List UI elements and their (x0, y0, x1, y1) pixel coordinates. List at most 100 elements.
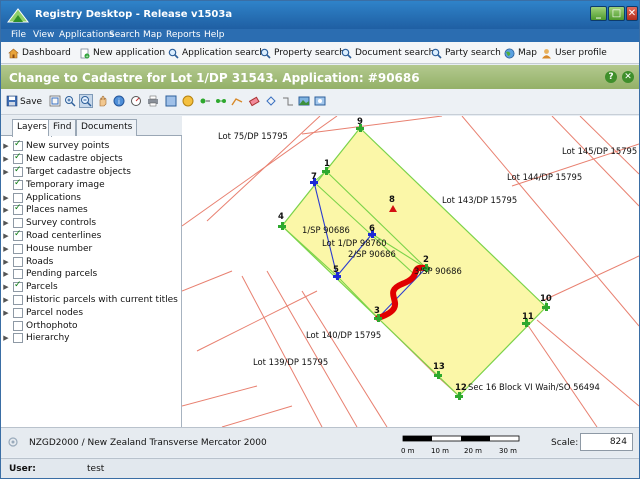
node-number: 12 (455, 383, 467, 393)
layer-item[interactable]: ▶ Pending parcels (1, 268, 182, 281)
cadastre-map[interactable]: Lot 75/DP 15795 Lot 145/DP 15795 Lot 144… (182, 116, 639, 427)
dashboard-button[interactable]: Dashboard (8, 46, 71, 60)
minimize-button[interactable]: _ (590, 6, 607, 21)
layer-checkbox[interactable] (13, 256, 23, 267)
info-icon[interactable]: i (113, 95, 125, 107)
menu-help[interactable]: Help (204, 30, 225, 40)
layer-checkbox[interactable]: ✓ (13, 229, 23, 241)
expand-arrow-icon[interactable]: ▶ (1, 232, 11, 240)
eraser-icon[interactable] (248, 95, 260, 107)
layer-item[interactable]: ▶ Historic parcels with current titles (1, 294, 182, 307)
expand-arrow-icon[interactable]: ▶ (1, 142, 11, 150)
layer-item[interactable]: ▶ ✓ Parcels (1, 280, 182, 294)
layer-checkbox[interactable] (13, 218, 23, 229)
map-button[interactable]: Map (504, 46, 537, 60)
application-search-button[interactable]: Application search (168, 46, 265, 60)
layer-item[interactable]: ▶ Survey controls (1, 217, 182, 230)
party-search-button[interactable]: Party search (431, 46, 501, 60)
property-search-button[interactable]: Property search (260, 46, 345, 60)
zoom-extent-icon[interactable] (49, 95, 61, 107)
expand-arrow-icon[interactable]: ▶ (1, 283, 11, 291)
expand-arrow-icon[interactable]: ▶ (1, 219, 11, 227)
layer-checkbox[interactable]: ✓ (13, 178, 23, 190)
crs-label: NZGD2000 / New Zealand Transverse Mercat… (29, 438, 267, 448)
add-point-icon[interactable] (199, 95, 211, 107)
menu-view[interactable]: View (33, 30, 54, 40)
menu-map[interactable]: Map (143, 30, 162, 40)
layer-item[interactable]: ▶ Roads (1, 255, 182, 268)
layer-checkbox[interactable]: ✓ (13, 165, 23, 177)
layer-item[interactable]: ▶ House number (1, 242, 182, 255)
help-button[interactable]: ? (605, 71, 617, 83)
maximize-button[interactable]: □ (608, 6, 625, 21)
layer-checkbox[interactable] (13, 333, 23, 344)
layer-item[interactable]: ▶ ✓ New cadastre objects (1, 152, 182, 166)
lot-label: 2/SP 90686 (348, 249, 396, 259)
expand-arrow-icon[interactable]: ▶ (1, 270, 11, 278)
tab-documents[interactable]: Documents (76, 119, 138, 136)
menu-applications[interactable]: Applications (59, 30, 114, 40)
menu-reports[interactable]: Reports (166, 30, 201, 40)
zoom-in-icon[interactable] (64, 95, 76, 107)
document-search-button[interactable]: Document search (341, 46, 434, 60)
select-area-icon[interactable] (165, 95, 177, 107)
pan-hand-icon[interactable] (97, 95, 109, 107)
add-line-icon[interactable] (215, 95, 227, 107)
lot-label: Lot 139/DP 15795 (253, 357, 328, 367)
layer-checkbox[interactable] (13, 307, 23, 318)
image-tool-icon[interactable] (298, 95, 310, 107)
save-label[interactable]: Save (20, 97, 42, 107)
layer-checkbox[interactable] (13, 192, 23, 203)
layer-item[interactable]: ▶ ✓ Target cadastre objects (1, 165, 182, 179)
layer-item[interactable]: ▶ Parcel nodes (1, 306, 182, 319)
print-icon[interactable] (147, 95, 159, 107)
scale-input[interactable]: 824 (580, 433, 633, 451)
user-profile-button[interactable]: User profile (541, 46, 607, 60)
expand-arrow-icon[interactable]: ▶ (1, 309, 11, 317)
layer-checkbox[interactable]: ✓ (13, 203, 23, 216)
measure-icon[interactable] (130, 95, 142, 107)
layer-item[interactable]: ▶✓Temporary image (1, 178, 182, 191)
layer-checkbox[interactable] (13, 269, 23, 280)
expand-arrow-icon[interactable]: ▶ (1, 206, 11, 214)
layer-item[interactable]: ▶Orthophoto (1, 319, 182, 332)
layer-item[interactable]: ▶ ✓ Places names (1, 203, 182, 217)
save-icon[interactable] (6, 95, 18, 107)
expand-arrow-icon[interactable]: ▶ (1, 168, 11, 176)
scale-label: Scale: (551, 438, 579, 448)
expand-arrow-icon[interactable]: ▶ (1, 155, 11, 163)
layer-checkbox[interactable] (13, 294, 23, 305)
object-info-icon[interactable] (182, 95, 194, 107)
expand-arrow-icon[interactable]: ▶ (1, 194, 11, 202)
edit-vertex-icon[interactable] (231, 95, 243, 107)
node-number: 3 (374, 306, 380, 316)
close-panel-button[interactable]: ✕ (622, 71, 634, 83)
layer-item[interactable]: ▶ Applications (1, 191, 182, 204)
close-window-button[interactable]: ✕ (626, 6, 638, 21)
expand-arrow-icon[interactable]: ▶ (1, 258, 11, 266)
zoom-out-icon[interactable] (79, 94, 93, 108)
layer-checkbox[interactable]: ✓ (13, 152, 23, 165)
tab-layers[interactable]: Layers (12, 119, 52, 137)
layer-item[interactable]: ▶ Hierarchy (1, 332, 182, 345)
lot-label: Lot 140/DP 15795 (306, 330, 381, 340)
layer-item[interactable]: ▶ ✓ Road centerlines (1, 229, 182, 243)
layer-checkbox[interactable] (13, 320, 23, 331)
layer-item[interactable]: ▶ ✓ New survey points (1, 139, 182, 153)
new-application-button[interactable]: + New application (79, 46, 165, 60)
layer-checkbox[interactable]: ✓ (13, 139, 23, 152)
menu-bar: File View Applications Search Map Report… (1, 29, 639, 42)
menu-file[interactable]: File (11, 30, 26, 40)
expand-arrow-icon[interactable]: ▶ (1, 334, 11, 342)
layer-checkbox[interactable]: ✓ (13, 280, 23, 293)
expand-arrow-icon[interactable]: ▶ (1, 296, 11, 304)
split-tool-icon[interactable] (282, 95, 294, 107)
map-canvas[interactable]: Lot 75/DP 15795 Lot 145/DP 15795 Lot 144… (182, 116, 639, 427)
polygon-tool-icon[interactable] (265, 95, 277, 107)
menu-search[interactable]: Search (109, 30, 140, 40)
lot-label: Lot 1/DP 98760 (322, 238, 387, 248)
expand-arrow-icon[interactable]: ▶ (1, 245, 11, 253)
photo-tool-icon[interactable] (314, 95, 326, 107)
tab-find[interactable]: Find (48, 119, 77, 136)
layer-checkbox[interactable] (13, 243, 23, 254)
